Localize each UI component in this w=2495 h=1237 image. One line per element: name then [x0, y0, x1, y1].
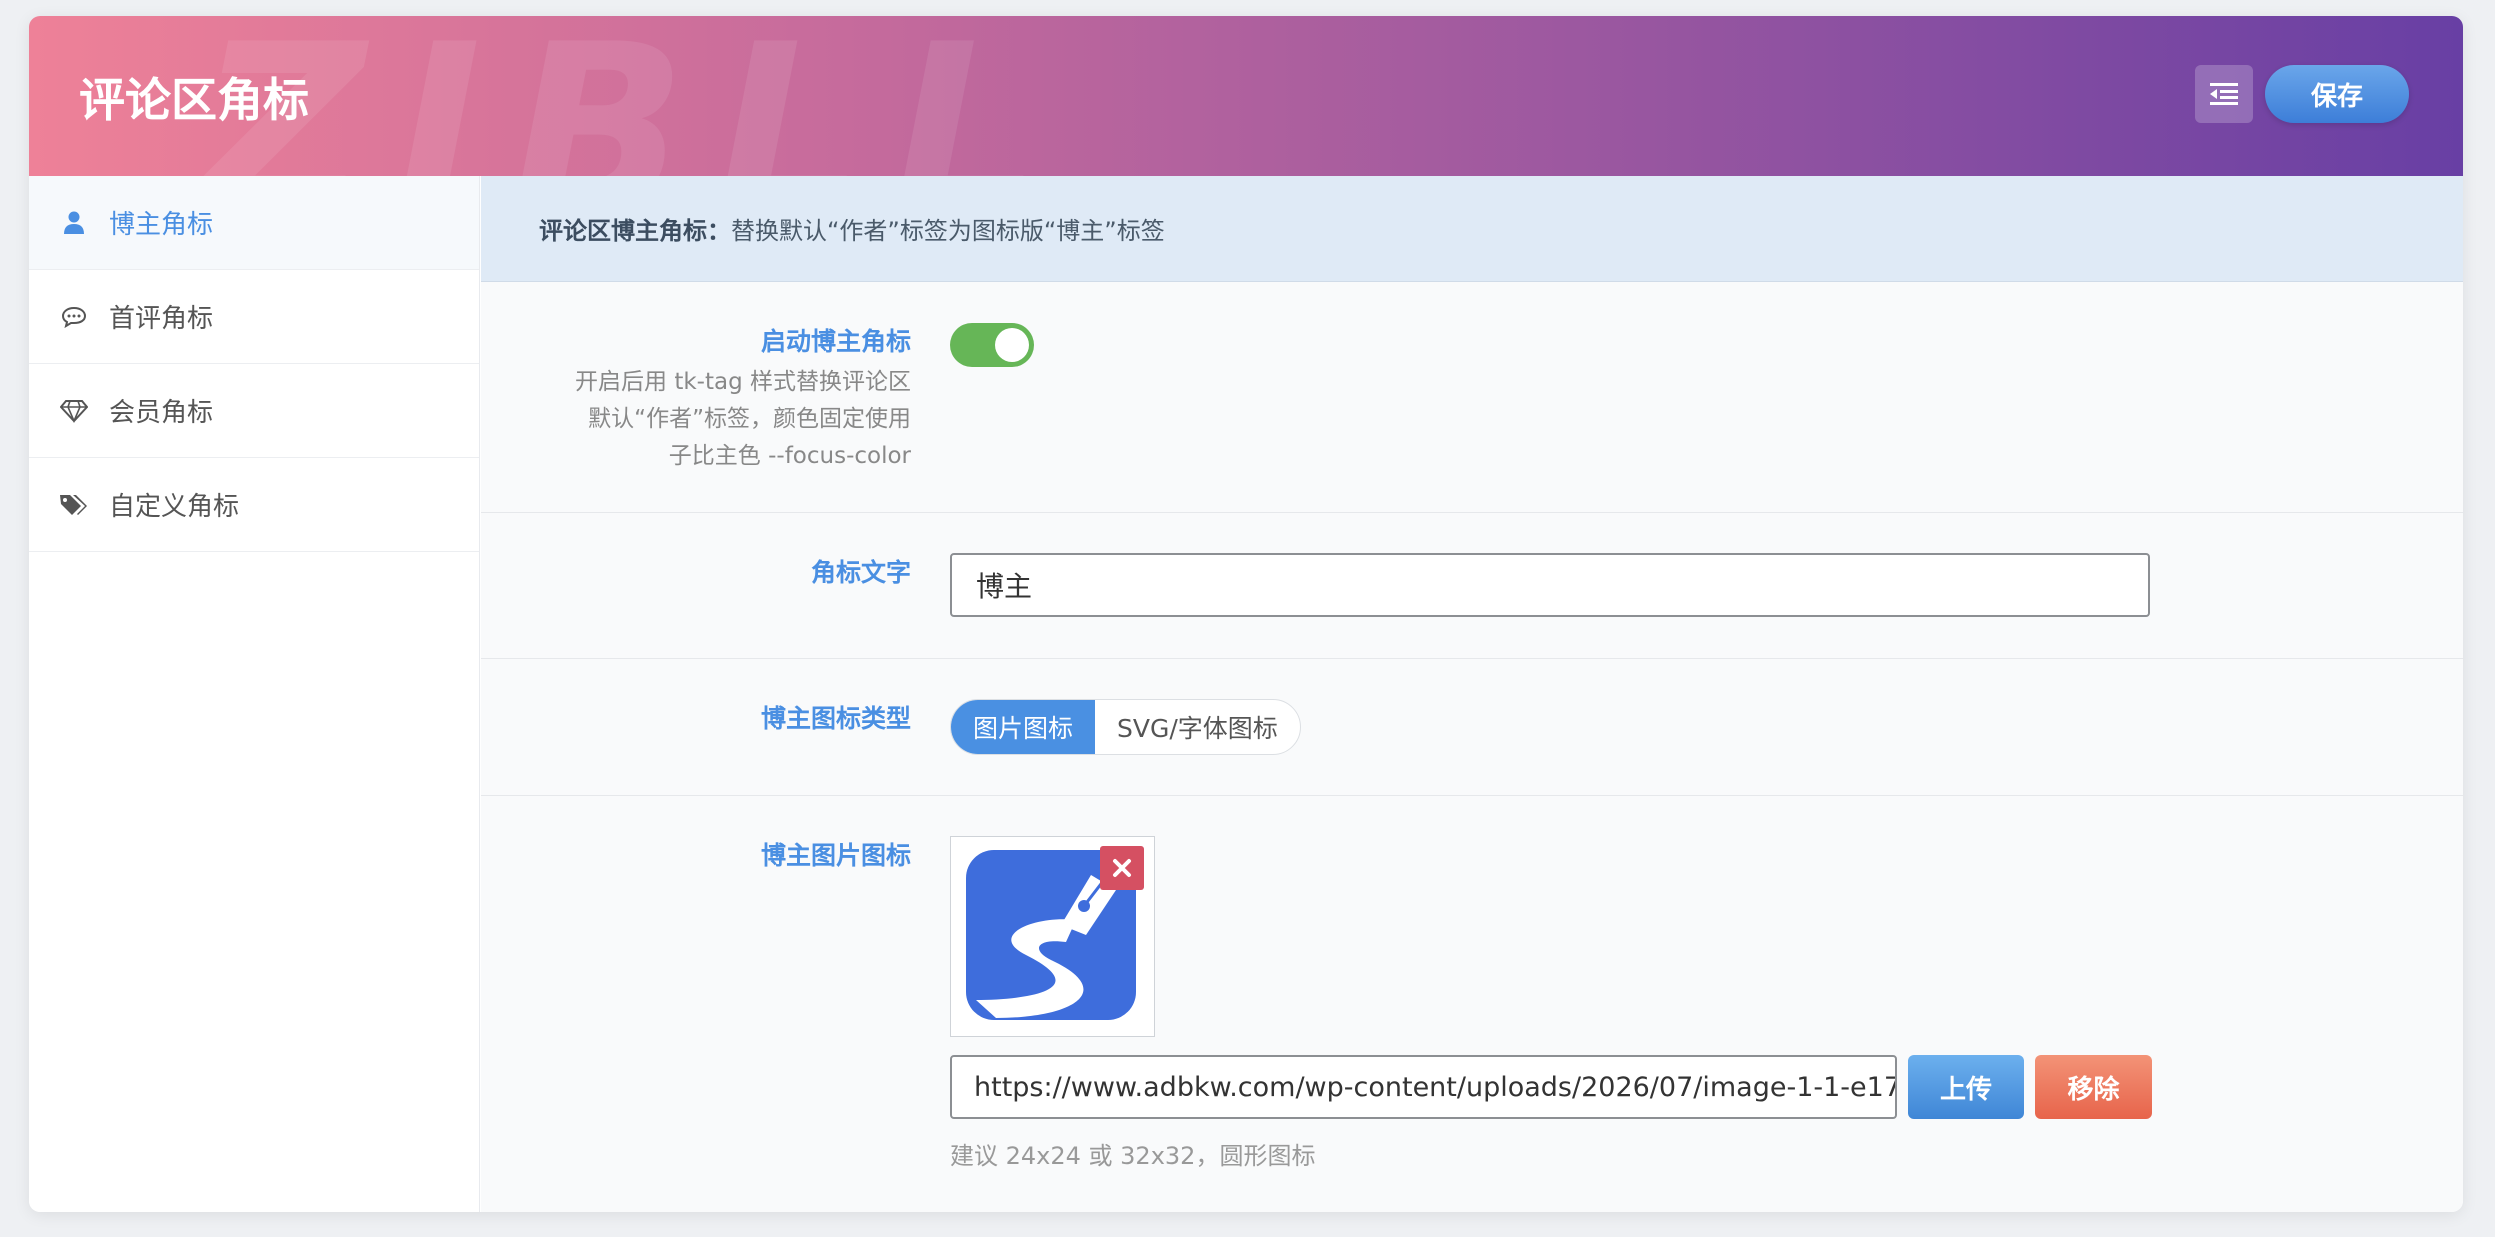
remove-image-button[interactable] — [1100, 846, 1144, 890]
badge-text-input[interactable] — [950, 553, 2150, 617]
sidebar-item-label: 博主角标 — [109, 210, 214, 240]
user-icon — [59, 208, 89, 238]
notice-title: 评论区博主角标： — [539, 217, 731, 245]
sidebar: 博主角标 首评角标 会员角标 自定义角标 — [29, 176, 480, 1212]
icon-type-option-image[interactable]: 图片图标 — [951, 700, 1096, 754]
notice-text: 替换默认“作者”标签为图标版“博主”标签 — [731, 217, 1165, 245]
header: ZIBLL 评论区角标 保存 — [29, 16, 2463, 176]
sidebar-item-member-badge[interactable]: 会员角标 — [29, 364, 479, 458]
header-watermark: ZIBLL — [199, 16, 1070, 176]
collapse-menu-button[interactable] — [2195, 65, 2253, 123]
diamond-icon — [59, 396, 89, 426]
enable-toggle[interactable] — [950, 323, 1034, 367]
icon-url-input[interactable] — [950, 1055, 1897, 1119]
icon-type-selector: 图片图标 SVG/字体图标 — [950, 699, 1301, 755]
field-description: 开启后用 tk-tag 样式替换评论区 默认“作者”标签，颜色固定使用 子比主色… — [575, 369, 911, 469]
sidebar-item-first-comment-badge[interactable]: 首评角标 — [29, 270, 479, 364]
page-title: 评论区角标 — [79, 73, 309, 127]
close-icon — [1113, 859, 1131, 877]
tags-icon — [59, 490, 89, 520]
section-notice: 评论区博主角标： 替换默认“作者”标签为图标版“博主”标签 — [481, 176, 2463, 282]
sidebar-item-label: 会员角标 — [109, 398, 214, 428]
icon-image-preview — [950, 836, 1155, 1037]
field-row-icon-image: 博主图片图标 上传 移除 — [481, 796, 2463, 1211]
options-panel: ZIBLL 评论区角标 保存 博主角标 首评角标 会员角标 自定义角标 评论区博… — [29, 16, 2463, 1212]
sidebar-item-blogger-badge[interactable]: 博主角标 — [29, 176, 479, 270]
field-label: 角标文字 — [810, 558, 911, 587]
field-label: 启动博主角标 — [760, 327, 911, 356]
sidebar-item-label: 首评角标 — [109, 304, 214, 334]
remove-button[interactable]: 移除 — [2035, 1055, 2152, 1119]
icon-type-option-svg[interactable]: SVG/字体图标 — [1095, 700, 1300, 754]
sidebar-item-custom-badge[interactable]: 自定义角标 — [29, 458, 479, 552]
content-area: 评论区博主角标： 替换默认“作者”标签为图标版“博主”标签 启动博主角标 开启后… — [481, 176, 2463, 1212]
save-button[interactable]: 保存 — [2265, 65, 2409, 123]
field-label: 博主图片图标 — [760, 841, 911, 870]
field-label: 博主图标类型 — [760, 704, 911, 733]
field-row-badge-text: 角标文字 — [481, 513, 2463, 659]
field-row-icon-type: 博主图标类型 图片图标 SVG/字体图标 — [481, 659, 2463, 796]
sidebar-item-label: 自定义角标 — [109, 492, 240, 522]
outdent-icon — [2210, 83, 2238, 105]
field-hint: 建议 24x24 或 32x32，圆形图标 — [950, 1142, 1316, 1170]
upload-button[interactable]: 上传 — [1908, 1055, 2024, 1119]
comment-icon — [59, 302, 89, 332]
field-row-enable: 启动博主角标 开启后用 tk-tag 样式替换评论区 默认“作者”标签，颜色固定… — [481, 282, 2463, 513]
toggle-knob — [995, 328, 1029, 362]
